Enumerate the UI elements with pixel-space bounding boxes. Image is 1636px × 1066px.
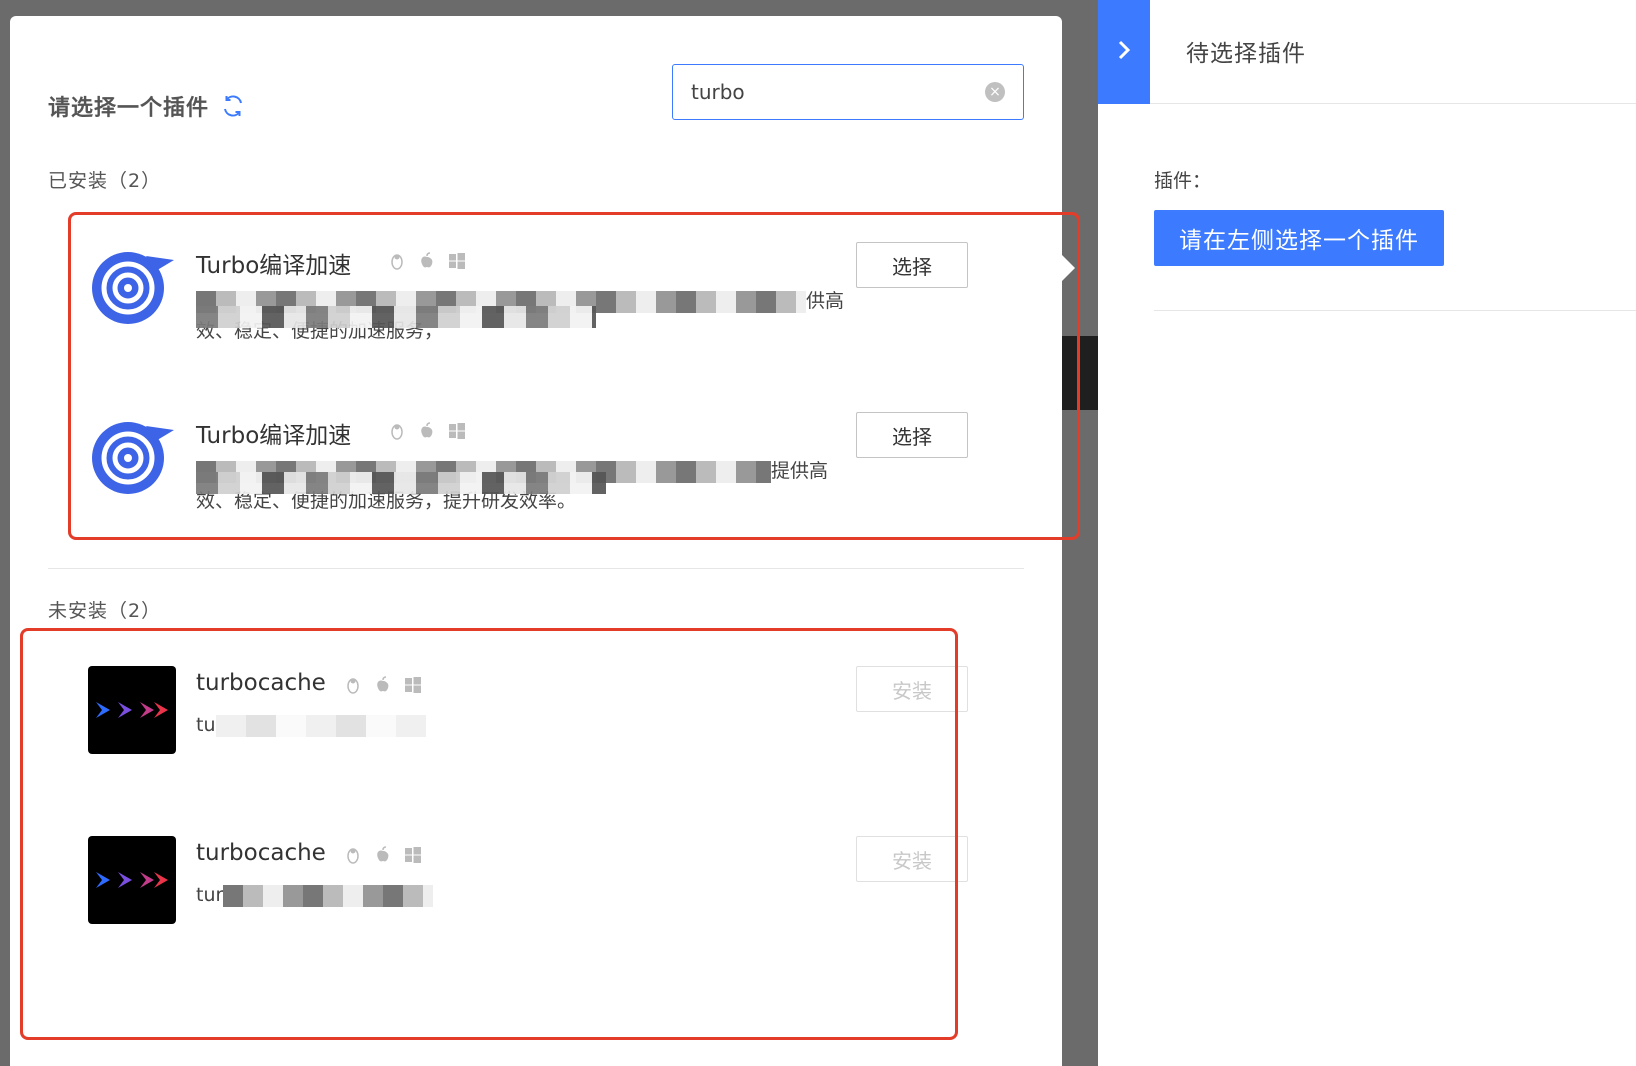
- select-plugin-placeholder-button[interactable]: 请在左侧选择一个插件: [1154, 210, 1444, 266]
- windows-icon: [448, 252, 466, 270]
- turbocache-logo-icon: [88, 666, 176, 754]
- plugin-name: turbocache: [196, 840, 326, 866]
- os-icons: [344, 676, 422, 694]
- side-header: 待选择插件: [1098, 0, 1636, 104]
- linux-icon: [388, 252, 406, 270]
- search-box[interactable]: ×: [672, 64, 1024, 120]
- plugin-description: tur: [196, 880, 846, 910]
- turbocache-logo-icon: [88, 836, 176, 924]
- blurred-text: [223, 884, 434, 907]
- linux-icon: [344, 846, 362, 864]
- plugin-row-installed-1[interactable]: Turbo编译加速 供高 效、稳定、便捷的加速服务， 选择: [88, 242, 1018, 382]
- install-button[interactable]: 安装: [856, 836, 968, 882]
- plugin-label: 插件：: [1154, 170, 1212, 192]
- plugin-row-installed-2[interactable]: Turbo编译加速 提供高 效、稳定、便捷的加速服务，提升研发效率。 选择: [88, 412, 1018, 552]
- linux-icon: [388, 422, 406, 440]
- install-button[interactable]: 安装: [856, 666, 968, 712]
- refresh-icon[interactable]: [221, 94, 245, 118]
- mosaic-overlay: [196, 306, 596, 328]
- desc-prefix: tur: [196, 884, 224, 906]
- chevron-right-icon: [1116, 39, 1132, 65]
- plugin-row-uninstalled-1[interactable]: turbocache tu 安装: [88, 666, 1018, 806]
- side-divider: [1154, 310, 1636, 311]
- modal-header: 请选择一个插件: [48, 90, 245, 122]
- mosaic-overlay: [196, 472, 606, 494]
- apple-icon: [374, 676, 392, 694]
- pointer-arrow: [1061, 254, 1075, 282]
- plugin-name: Turbo编译加速: [196, 423, 352, 449]
- blurred-text: [215, 714, 426, 737]
- select-button[interactable]: 选择: [856, 412, 968, 458]
- turbo-logo-icon: [88, 412, 176, 500]
- plugin-select-modal: 请选择一个插件 × 已安装（2） Turbo编译加速: [10, 16, 1062, 1066]
- desc-tail: 供高: [806, 290, 845, 312]
- linux-icon: [344, 676, 362, 694]
- desc-prefix: tu: [196, 714, 216, 736]
- plugin-name: turbocache: [196, 670, 326, 696]
- desc-tail: 提供高: [771, 460, 829, 482]
- windows-icon: [404, 846, 422, 864]
- background-block: [1062, 336, 1098, 410]
- search-input[interactable]: [691, 80, 985, 104]
- apple-icon: [374, 846, 392, 864]
- turbo-logo-icon: [88, 242, 176, 330]
- clear-icon[interactable]: ×: [985, 82, 1005, 102]
- collapse-button[interactable]: [1098, 0, 1150, 104]
- plugin-row-uninstalled-2[interactable]: turbocache tur 安装: [88, 836, 1018, 976]
- plugin-description: tu: [196, 710, 846, 740]
- modal-title: 请选择一个插件: [48, 96, 210, 121]
- side-panel: 待选择插件 插件： 请在左侧选择一个插件: [1098, 0, 1636, 1066]
- installed-section-title: 已安装（2）: [48, 170, 162, 192]
- os-icons: [388, 252, 466, 270]
- os-icons: [344, 846, 422, 864]
- plugin-name: Turbo编译加速: [196, 253, 352, 279]
- section-divider: [48, 568, 1024, 569]
- select-button[interactable]: 选择: [856, 242, 968, 288]
- uninstalled-section-title: 未安装（2）: [48, 600, 162, 622]
- os-icons: [388, 422, 466, 440]
- windows-icon: [448, 422, 466, 440]
- side-panel-title: 待选择插件: [1186, 41, 1306, 67]
- apple-icon: [418, 252, 436, 270]
- windows-icon: [404, 676, 422, 694]
- apple-icon: [418, 422, 436, 440]
